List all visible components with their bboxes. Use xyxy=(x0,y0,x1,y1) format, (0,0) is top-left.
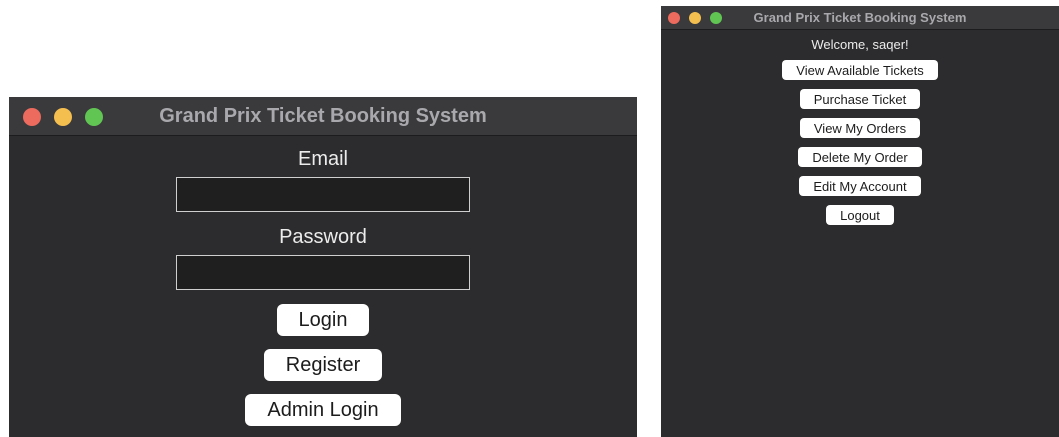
maximize-window-icon[interactable] xyxy=(85,108,103,126)
admin-login-button[interactable]: Admin Login xyxy=(245,394,401,426)
welcome-message: Welcome, saqer! xyxy=(811,37,909,52)
maximize-window-icon[interactable] xyxy=(710,12,722,24)
window-controls xyxy=(668,12,722,24)
view-my-orders-button[interactable]: View My Orders xyxy=(799,118,921,138)
window-title: Grand Prix Ticket Booking System xyxy=(159,104,487,127)
window-title: Grand Prix Ticket Booking System xyxy=(753,10,967,25)
login-button[interactable]: Login xyxy=(276,304,370,336)
close-window-icon[interactable] xyxy=(23,108,41,126)
edit-my-account-button[interactable]: Edit My Account xyxy=(799,176,921,196)
login-title-bar: Grand Prix Ticket Booking System xyxy=(9,97,637,136)
delete-my-order-button[interactable]: Delete My Order xyxy=(798,147,922,167)
purchase-ticket-button[interactable]: Purchase Ticket xyxy=(799,89,921,109)
window-controls xyxy=(23,108,103,126)
user-menu-window: Grand Prix Ticket Booking System Welcome… xyxy=(661,6,1059,437)
minimize-window-icon[interactable] xyxy=(689,12,701,24)
email-label: Email xyxy=(297,148,348,170)
password-input[interactable] xyxy=(176,255,470,290)
register-button[interactable]: Register xyxy=(263,349,383,381)
login-window: Grand Prix Ticket Booking System Email P… xyxy=(9,97,637,437)
minimize-window-icon[interactable] xyxy=(54,108,72,126)
user-menu: Welcome, saqer! View Available Tickets P… xyxy=(661,30,1059,234)
email-input[interactable] xyxy=(176,177,470,212)
view-available-tickets-button[interactable]: View Available Tickets xyxy=(782,60,938,80)
logout-button[interactable]: Logout xyxy=(826,205,894,225)
login-form: Email Password Login Register Admin Logi… xyxy=(9,136,637,437)
close-window-icon[interactable] xyxy=(668,12,680,24)
menu-title-bar: Grand Prix Ticket Booking System xyxy=(661,6,1059,30)
password-label: Password xyxy=(279,226,367,248)
